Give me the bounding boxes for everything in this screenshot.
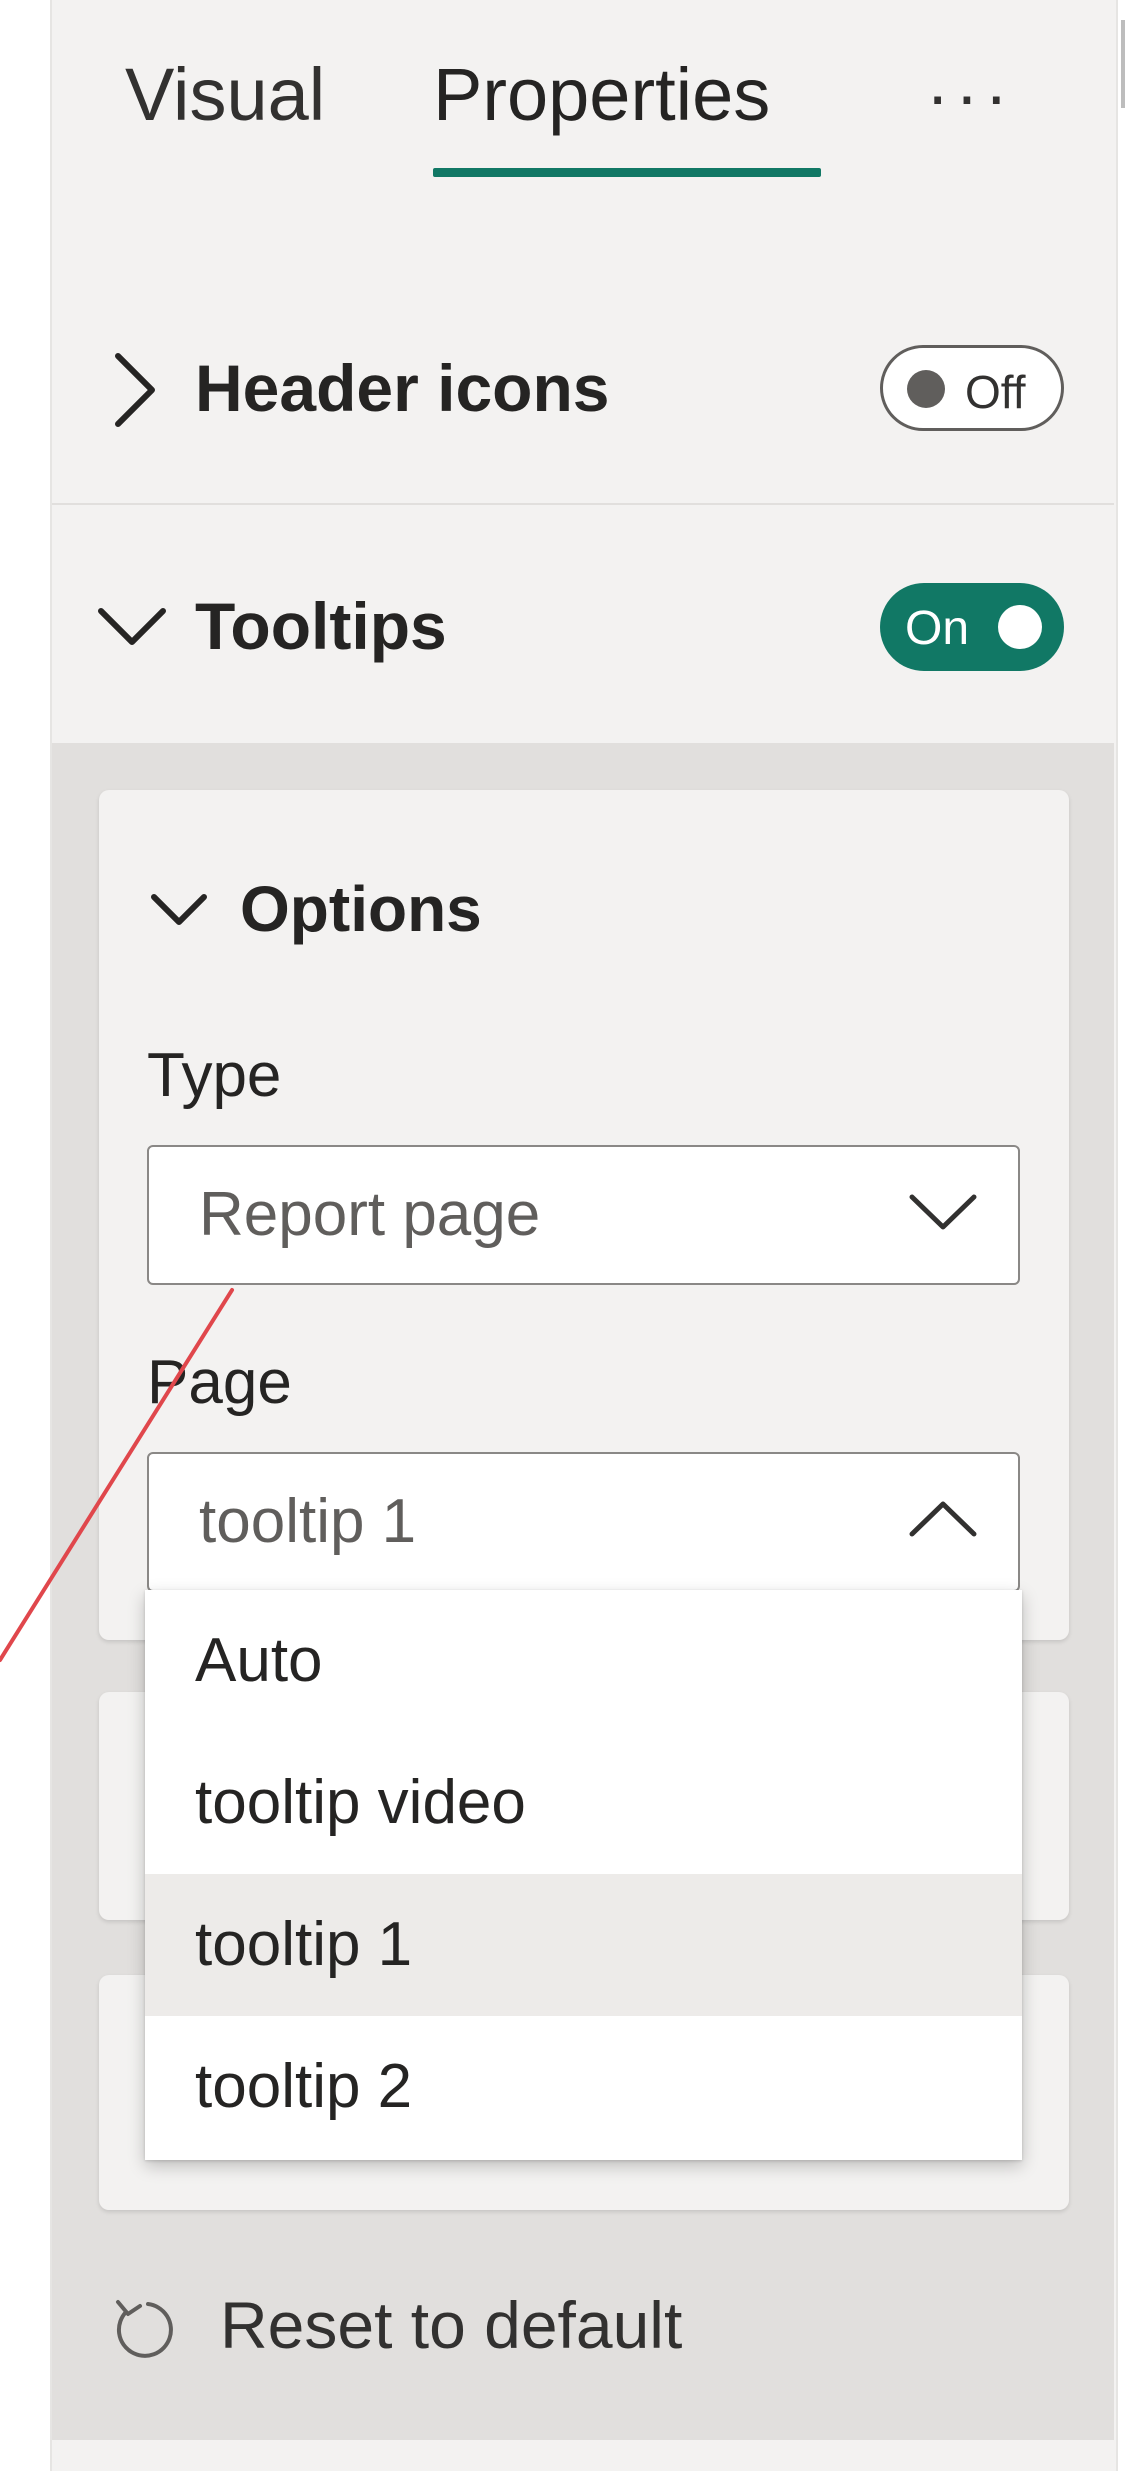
pane-edge-scrollbar[interactable]	[1121, 20, 1125, 108]
option-label: tooltip video	[195, 1768, 526, 1837]
dropdown-option-auto[interactable]: Auto	[145, 1590, 1022, 1732]
chevron-down-icon	[909, 1194, 977, 1230]
type-select[interactable]: Report page	[147, 1145, 1020, 1285]
option-label: tooltip 1	[195, 1910, 413, 1979]
chevron-down-icon[interactable]	[150, 893, 208, 927]
tab-properties[interactable]: Properties	[433, 58, 770, 132]
page-dropdown-list: Auto tooltip video tooltip 1 tooltip 2	[145, 1590, 1022, 2160]
more-options-icon[interactable]: ···	[926, 60, 1014, 130]
page-select-value: tooltip 1	[199, 1487, 417, 1556]
toggle-label: Off	[965, 366, 1026, 418]
reset-icon	[116, 2300, 173, 2358]
type-label: Type	[147, 1041, 282, 1110]
chevron-right-icon[interactable]	[112, 352, 158, 428]
active-tab-indicator	[433, 168, 821, 177]
option-label: tooltip 2	[195, 2052, 413, 2121]
toggle-knob	[998, 605, 1042, 649]
section-title-header-icons[interactable]: Header icons	[195, 355, 610, 421]
reset-label: Reset to default	[220, 2288, 683, 2362]
page-select[interactable]: tooltip 1	[147, 1452, 1020, 1592]
header-icons-toggle[interactable]: Off	[880, 345, 1064, 431]
dropdown-option-tooltip-1[interactable]: tooltip 1	[145, 1874, 1022, 2016]
section-title-tooltips[interactable]: Tooltips	[195, 593, 447, 659]
page-label: Page	[147, 1348, 292, 1417]
section-divider	[52, 503, 1114, 505]
card-title-options[interactable]: Options	[240, 877, 482, 941]
type-select-value: Report page	[199, 1180, 541, 1249]
tooltips-toggle[interactable]: On	[880, 583, 1064, 671]
toggle-label: On	[905, 602, 970, 655]
chevron-down-icon[interactable]	[97, 607, 167, 647]
dropdown-option-tooltip-video[interactable]: tooltip video	[145, 1732, 1022, 1874]
dropdown-option-tooltip-2[interactable]: tooltip 2	[145, 2016, 1022, 2158]
tab-visual[interactable]: Visual	[125, 58, 325, 132]
toggle-knob	[907, 370, 945, 408]
option-label: Auto	[195, 1626, 323, 1695]
chevron-up-icon	[909, 1501, 977, 1537]
